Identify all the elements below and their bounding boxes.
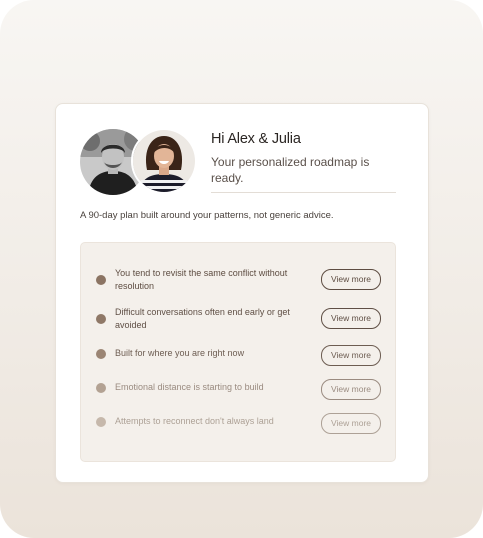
app-background: Hi Alex & Julia Your personalized roadma… xyxy=(0,0,483,538)
view-more-button[interactable]: View more xyxy=(321,345,381,366)
view-more-button[interactable]: View more xyxy=(321,269,381,290)
insight-text: Difficult conversations often end early … xyxy=(115,307,290,330)
header-divider xyxy=(211,192,396,193)
insight-dot xyxy=(96,417,106,427)
view-more-button[interactable]: View more xyxy=(321,308,381,329)
roadmap-card: Hi Alex & Julia Your personalized roadma… xyxy=(55,103,429,483)
roadmap-ready-message: Your personalized roadmap is ready. xyxy=(211,155,370,185)
view-more-button[interactable]: View more xyxy=(321,379,381,400)
insight-text: Attempts to reconnect don't always land xyxy=(115,416,274,426)
greeting-title: Hi Alex & Julia xyxy=(211,131,301,147)
insight-dot xyxy=(96,349,106,359)
insight-text: Emotional distance is starting to build xyxy=(115,382,264,392)
insight-text: Built for where you are right now xyxy=(115,348,245,358)
plan-subtitle: A 90-day plan built around your patterns… xyxy=(80,210,334,221)
insight-text: You tend to revisit the same conflict wi… xyxy=(115,268,288,291)
insight-dot xyxy=(96,383,106,393)
insight-dot xyxy=(96,314,106,324)
view-more-button[interactable]: View more xyxy=(321,413,381,434)
avatar-julia xyxy=(131,128,197,194)
insights-panel: You tend to revisit the same conflict wi… xyxy=(80,242,396,462)
insight-dot xyxy=(96,275,106,285)
